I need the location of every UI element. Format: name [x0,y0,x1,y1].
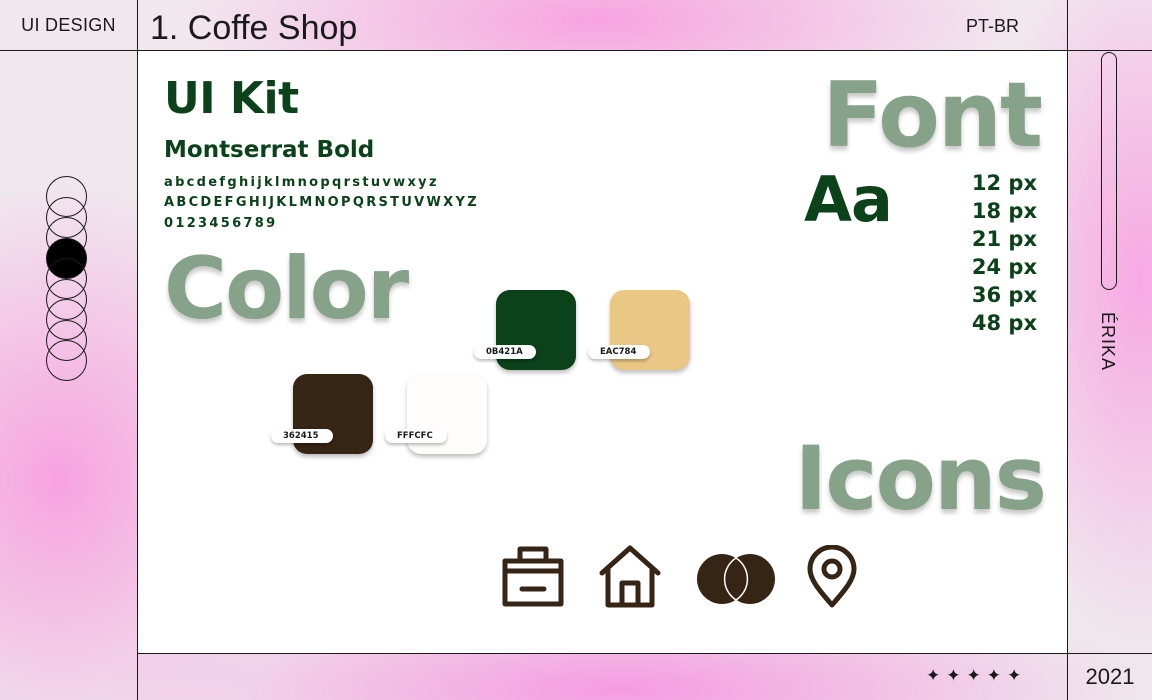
star-icon: ✦ [1007,666,1024,685]
card-circles-icon[interactable] [696,551,776,612]
author-name: ÉRIKA [1098,312,1118,372]
kit-title: UI Kit [164,73,299,124]
page-pager [46,176,88,422]
star-icon: ✦ [946,666,963,685]
year-label: 2021 [1085,664,1135,689]
star-icon: ✦ [966,666,983,685]
star-icon: ✦ [986,666,1003,685]
color-swatch-label: EAC784 [588,345,650,359]
scroll-track[interactable] [1101,52,1117,290]
ui-kit-canvas: UI Kit Montserrat Bold abcdefghijklmnopq… [138,51,1067,653]
color-heading: Color [164,239,409,339]
font-heading: Font [822,63,1043,168]
page-title: 1. Coffe Shop [150,9,358,47]
icons-heading: Icons [794,427,1047,530]
font-size-item: 36 px [971,283,1037,307]
color-swatch-label: 0B421A [474,345,536,359]
home-icon[interactable] [598,543,662,614]
font-size-item: 18 px [971,199,1037,223]
star-icon: ✦ [926,666,943,685]
font-name: Montserrat Bold [164,137,375,163]
star-rating: ✦ ✦ ✦ ✦ ✦ [926,666,1023,690]
alphabet-lowercase: abcdefghijklmnopqrstuvwxyz [164,175,439,190]
page-dot[interactable] [46,340,87,381]
font-size-item: 21 px [971,227,1037,251]
color-swatch-label: 362415 [271,429,333,443]
language-label[interactable]: PT-BR [966,16,1019,37]
font-size-list: 12 px 18 px 21 px 24 px 36 px 48 px [972,169,1037,337]
font-sample: Aa [804,163,893,236]
footer-divider [137,653,1152,654]
alphabet-uppercase: ABCDEFGHIJKLMNOPQRSTUVWXYZ [164,195,479,210]
location-pin-icon[interactable] [806,544,858,614]
alphabet-digits: 0123456789 [164,216,278,231]
font-size-item: 48 px [971,311,1037,335]
font-size-item: 12 px [971,171,1037,195]
color-swatch-label: FFFCFC [385,429,447,443]
shopping-bag-icon[interactable] [500,543,566,614]
right-divider [1067,0,1068,700]
section-label: UI DESIGN [21,14,116,35]
font-size-item: 24 px [971,255,1037,279]
